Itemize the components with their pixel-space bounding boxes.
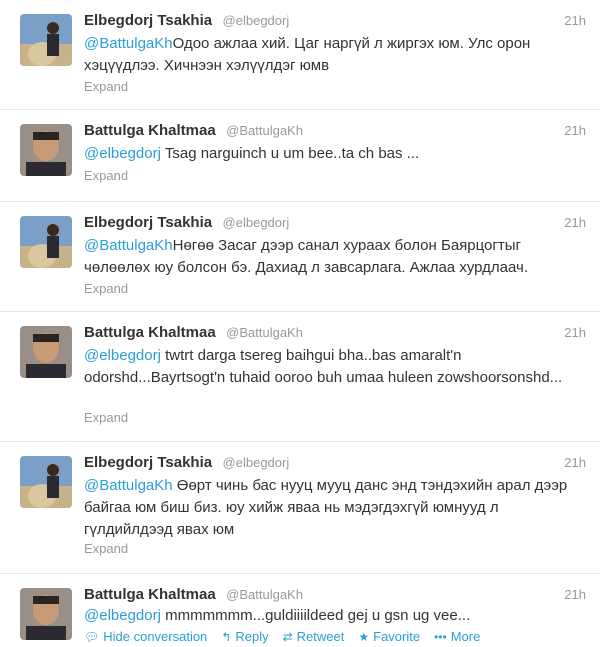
tweet-text: @BattulgaKh Өөрт чинь бас нууц мууц данс… [84, 475, 580, 541]
author-name[interactable]: Elbegdorj Tsakhia [84, 12, 212, 29]
avatar-battulga[interactable] [20, 124, 72, 176]
retweet-button[interactable]: ⇄ Retweet [283, 629, 345, 644]
tweet-text: @BattulgaKhОдоо ажлаа хий. Цаг наргүй л … [84, 33, 580, 77]
tweet-item[interactable]: Elbegdorj Tsakhia @elbegdorj 21h @Battul… [0, 442, 600, 574]
tweet-time[interactable]: 21h [564, 587, 586, 602]
tweet-text: @elbegdorj twtrt darga tsereg baihgui bh… [84, 345, 580, 389]
tweet-actions: 💬︎ Hide conversation ↰ Reply ⇄ Retweet ★… [84, 629, 480, 644]
reply-arrow-icon: ↰ [221, 629, 232, 644]
tweet-header: Battulga Khaltmaa @BattulgaKh 21h [84, 324, 586, 344]
tweet-text: @elbegdorj Tsag narguinch u um bee..ta c… [84, 143, 580, 165]
retweet-label: Retweet [296, 629, 345, 644]
avatar-battulga[interactable] [20, 326, 72, 378]
author-handle[interactable]: @elbegdorj [223, 13, 290, 28]
mention-link[interactable]: @elbegdorj [84, 145, 161, 162]
avatar-elbegdorj[interactable] [20, 14, 72, 66]
mention-link[interactable]: @BattulgaKh [84, 35, 173, 52]
hide-conversation-label: Hide conversation [103, 629, 208, 644]
more-label: More [450, 629, 481, 644]
tweet-timeline: Elbegdorj Tsakhia @elbegdorj 21h @Battul… [0, 0, 600, 647]
expand-link[interactable]: Expand [84, 79, 128, 94]
expand-link[interactable]: Expand [84, 410, 128, 425]
author-name[interactable]: Elbegdorj Tsakhia [84, 454, 212, 471]
author-handle[interactable]: @BattulgaKh [226, 587, 303, 602]
tweet-header: Battulga Khaltmaa @BattulgaKh 21h [84, 586, 586, 606]
mention-link[interactable]: @elbegdorj [84, 607, 161, 624]
retweet-icon: ⇄ [282, 629, 293, 644]
tweet-header: Elbegdorj Tsakhia @elbegdorj 21h [84, 454, 586, 474]
hide-conversation-button[interactable]: 💬︎ Hide conversation [84, 629, 207, 644]
author-handle[interactable]: @BattulgaKh [226, 325, 303, 340]
tweet-time[interactable]: 21h [564, 455, 586, 470]
avatar-elbegdorj[interactable] [20, 456, 72, 508]
reply-label: Reply [235, 629, 269, 644]
author-handle[interactable]: @BattulgaKh [226, 123, 303, 138]
avatar-battulga[interactable] [20, 588, 72, 640]
tweet-item[interactable]: Elbegdorj Tsakhia @elbegdorj 21h @Battul… [0, 202, 600, 312]
speech-bubble-icon: 💬︎ [84, 629, 100, 644]
mention-link[interactable]: @elbegdorj [84, 347, 161, 364]
author-name[interactable]: Elbegdorj Tsakhia [84, 214, 212, 231]
tweet-item[interactable]: Battulga Khaltmaa @BattulgaKh 21h @elbeg… [0, 574, 600, 647]
more-button[interactable]: ••• More [434, 629, 480, 644]
tweet-item[interactable]: Battulga Khaltmaa @BattulgaKh 21h @elbeg… [0, 312, 600, 442]
expand-link[interactable]: Expand [84, 281, 128, 296]
tweet-item[interactable]: Elbegdorj Tsakhia @elbegdorj 21h @Battul… [0, 0, 600, 110]
expand-link[interactable]: Expand [84, 541, 128, 556]
author-handle[interactable]: @elbegdorj [223, 455, 290, 470]
tweet-time[interactable]: 21h [564, 123, 586, 138]
favorite-label: Favorite [373, 629, 421, 644]
author-name[interactable]: Battulga Khaltmaa [84, 122, 216, 139]
tweet-text: @elbegdorj mmmmmmm...guldiiiildeed gej u… [84, 605, 580, 627]
tweet-time[interactable]: 21h [564, 215, 586, 230]
tweet-body: Tsag narguinch u um bee..ta ch bas ... [160, 145, 420, 162]
tweet-body: mmmmmmm...guldiiiildeed gej u gsn ug vee… [160, 607, 471, 624]
tweet-header: Elbegdorj Tsakhia @elbegdorj 21h [84, 12, 586, 32]
author-name[interactable]: Battulga Khaltmaa [84, 324, 216, 341]
author-handle[interactable]: @elbegdorj [223, 215, 290, 230]
mention-link[interactable]: @BattulgaKh [84, 237, 173, 254]
mention-link[interactable]: @BattulgaKh [84, 477, 173, 494]
star-icon: ★ [358, 629, 370, 644]
author-name[interactable]: Battulga Khaltmaa [84, 586, 216, 603]
tweet-time[interactable]: 21h [564, 13, 586, 28]
tweet-time[interactable]: 21h [564, 325, 586, 340]
favorite-button[interactable]: ★ Favorite [358, 629, 420, 644]
ellipsis-icon: ••• [434, 629, 447, 644]
avatar-elbegdorj[interactable] [20, 216, 72, 268]
expand-link[interactable]: Expand [84, 168, 128, 183]
tweet-text: @BattulgaKhНөгөө Засаг дээр санал хураах… [84, 235, 580, 279]
reply-button[interactable]: ↰ Reply [221, 629, 268, 644]
tweet-item[interactable]: Battulga Khaltmaa @BattulgaKh 21h @elbeg… [0, 110, 600, 202]
tweet-header: Elbegdorj Tsakhia @elbegdorj 21h [84, 214, 586, 234]
tweet-header: Battulga Khaltmaa @BattulgaKh 21h [84, 122, 586, 142]
